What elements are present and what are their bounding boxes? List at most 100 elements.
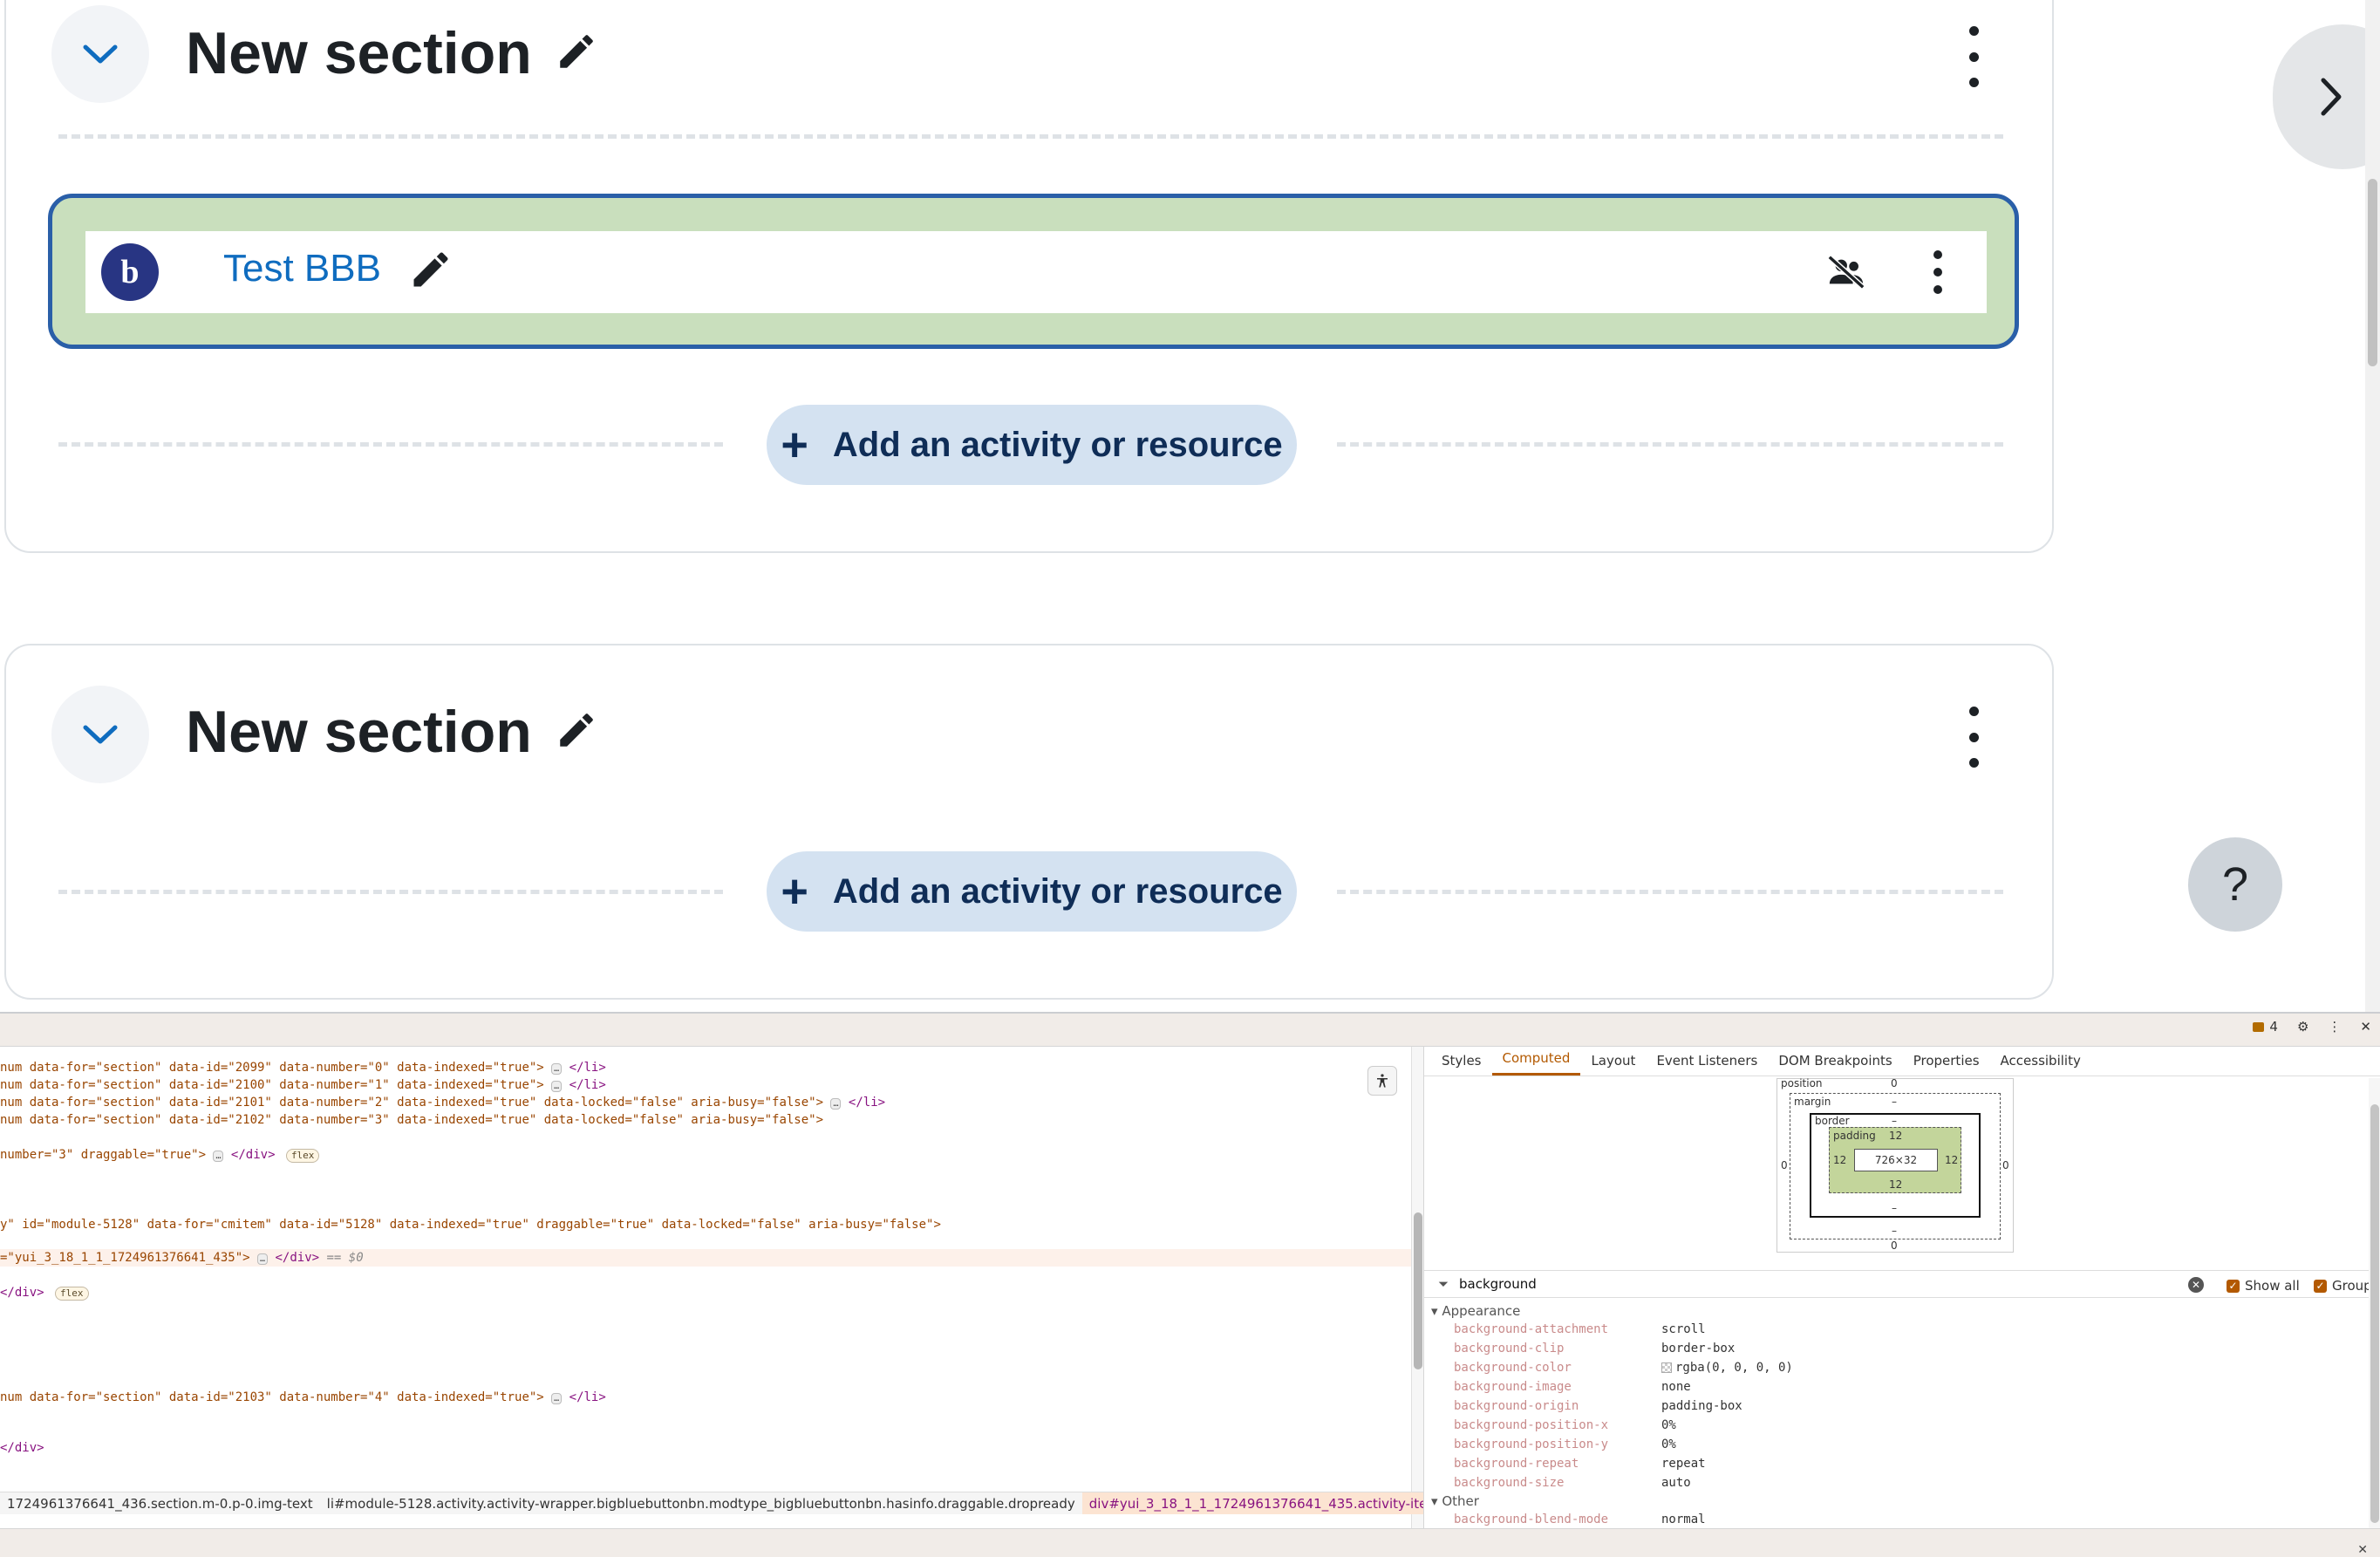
flex-badge[interactable]: flex bbox=[285, 1149, 320, 1163]
accessibility-tree-toggle[interactable] bbox=[1367, 1066, 1397, 1096]
expand-ellipsis[interactable]: … bbox=[551, 1081, 563, 1092]
chevron-right-icon bbox=[2321, 78, 2342, 116]
breadcrumb-item[interactable]: li#module-5128.activity.activity-wrapper… bbox=[320, 1492, 1082, 1514]
dom-node[interactable]: num data-for="section" data-id="2102" da… bbox=[0, 1111, 823, 1129]
devtools-sidebar: Styles Computed Layout Event Listeners D… bbox=[1423, 1047, 2380, 1528]
activity-item[interactable]: b Test BBB bbox=[85, 231, 1987, 313]
settings-gear-icon[interactable]: ⚙ bbox=[2297, 1019, 2308, 1035]
property-value: 0% bbox=[1661, 1437, 1676, 1451]
sidebar-tabs: Styles Computed Layout Event Listeners D… bbox=[1424, 1047, 2380, 1076]
checkmark-icon: ✓ bbox=[2227, 1279, 2240, 1293]
add-divider-right bbox=[1337, 890, 2003, 894]
breadcrumb-item[interactable]: 1724961376641_436.section.m-0.p-0.img-te… bbox=[0, 1492, 320, 1514]
tab-event-listeners[interactable]: Event Listeners bbox=[1646, 1053, 1768, 1076]
dom-node[interactable]: y" id="module-5128" data-for="cmitem" da… bbox=[0, 1216, 941, 1233]
property-name[interactable]: background-image bbox=[1454, 1380, 1572, 1394]
expand-ellipsis[interactable]: … bbox=[830, 1098, 842, 1110]
position-left-value: 0 bbox=[1781, 1159, 1788, 1171]
add-divider-left bbox=[58, 890, 723, 894]
breadcrumb-item-selected[interactable]: div#yui_3_18_1_1_1724961376641_435.activ… bbox=[1081, 1492, 1423, 1514]
color-swatch-icon[interactable] bbox=[1661, 1362, 1672, 1373]
edit-section-title-button[interactable] bbox=[555, 19, 598, 87]
edit-activity-title-button[interactable] bbox=[408, 247, 453, 297]
dom-node-text: </div> bbox=[0, 1286, 44, 1300]
expand-ellipsis[interactable]: … bbox=[257, 1253, 269, 1265]
dom-node-selected[interactable]: ="yui_3_18_1_1_1724961376641_435"> … </d… bbox=[0, 1249, 1411, 1267]
property-name[interactable]: background-attachment bbox=[1454, 1322, 1608, 1336]
show-all-checkbox[interactable]: ✓ Show all bbox=[2227, 1278, 2300, 1294]
sidebar-scrollbar[interactable] bbox=[2369, 1078, 2380, 1528]
activity-actions-menu[interactable] bbox=[1929, 250, 1947, 294]
elements-scroll-thumb[interactable] bbox=[1414, 1212, 1422, 1369]
kebab-dot-icon bbox=[1968, 707, 1979, 716]
section-actions-menu[interactable] bbox=[1956, 26, 1991, 87]
expand-ellipsis[interactable]: … bbox=[213, 1151, 224, 1162]
sidebar-scroll-thumb[interactable] bbox=[2370, 1104, 2379, 1523]
property-name[interactable]: background-repeat bbox=[1454, 1457, 1579, 1471]
property-name[interactable]: background-color bbox=[1454, 1361, 1572, 1375]
filter-input[interactable]: background bbox=[1459, 1276, 1537, 1292]
dom-node[interactable]: num data-for="section" data-id="2103" da… bbox=[0, 1389, 606, 1406]
box-model-padding: padding 12 12 12 12 726×32 bbox=[1829, 1127, 1961, 1193]
tab-computed[interactable]: Computed bbox=[1491, 1050, 1581, 1076]
closing-tag: </div> bbox=[230, 1148, 276, 1162]
open-block-drawer-button[interactable] bbox=[2273, 24, 2380, 169]
group-appearance[interactable]: ▾ Appearance bbox=[1431, 1303, 1520, 1319]
accessibility-icon bbox=[1377, 1074, 1388, 1088]
property-name[interactable]: background-origin bbox=[1454, 1399, 1579, 1413]
dom-node[interactable]: num data-for="section" data-id="2100" da… bbox=[0, 1076, 606, 1094]
tab-dom-breakpoints[interactable]: DOM Breakpoints bbox=[1768, 1053, 1902, 1076]
property-value: border-box bbox=[1661, 1342, 1736, 1356]
property-name[interactable]: background-size bbox=[1454, 1476, 1564, 1490]
position-right-value: 0 bbox=[2002, 1159, 2009, 1171]
edit-section-title-button[interactable] bbox=[555, 698, 598, 766]
add-activity-button[interactable]: + Add an activity or resource bbox=[767, 405, 1297, 485]
property-name[interactable]: background-position-y bbox=[1454, 1437, 1608, 1451]
flex-badge[interactable]: flex bbox=[55, 1287, 89, 1301]
close-drawer-icon[interactable]: ✕ bbox=[2357, 1543, 2368, 1557]
issues-counter[interactable]: 4 bbox=[2253, 1019, 2278, 1035]
property-name[interactable]: background-clip bbox=[1454, 1342, 1564, 1356]
more-options-icon[interactable]: ⋮ bbox=[2328, 1019, 2341, 1035]
dom-node[interactable]: number="3" draggable="true"> … </div> fl… bbox=[0, 1146, 320, 1164]
clear-filter-icon[interactable]: ✕ bbox=[2188, 1277, 2204, 1293]
page-scrollbar[interactable] bbox=[2365, 0, 2380, 1012]
tab-accessibility[interactable]: Accessibility bbox=[1990, 1053, 2091, 1076]
section-actions-menu[interactable] bbox=[1956, 707, 1991, 768]
collapse-section-button[interactable] bbox=[51, 686, 149, 783]
group-label: Appearance bbox=[1442, 1303, 1521, 1319]
tab-layout[interactable]: Layout bbox=[1580, 1053, 1646, 1076]
property-name[interactable]: background-blend-mode bbox=[1454, 1513, 1608, 1526]
dom-node-text: </div> bbox=[0, 1441, 44, 1455]
help-button[interactable]: ? bbox=[2188, 837, 2282, 932]
dom-node[interactable]: num data-for="section" data-id="2099" da… bbox=[0, 1059, 606, 1076]
property-name[interactable]: background-position-x bbox=[1454, 1418, 1608, 1432]
dom-node-text: num data-for="section" data-id="2099" da… bbox=[0, 1061, 544, 1075]
expand-ellipsis[interactable]: … bbox=[551, 1063, 563, 1075]
devtools-drawer-bar: ✕ bbox=[0, 1528, 2380, 1557]
tab-styles[interactable]: Styles bbox=[1431, 1053, 1492, 1076]
activity-name-link[interactable]: Test BBB bbox=[223, 247, 381, 290]
add-activity-button[interactable]: + Add an activity or resource bbox=[767, 851, 1297, 932]
filter-icon: ⏷ bbox=[1438, 1276, 1449, 1292]
dom-node[interactable]: num data-for="section" data-id="2101" da… bbox=[0, 1094, 885, 1111]
dom-node[interactable]: </div> flex bbox=[0, 1284, 89, 1301]
close-devtools-icon[interactable]: ✕ bbox=[2360, 1019, 2371, 1035]
expand-ellipsis[interactable]: … bbox=[551, 1393, 563, 1404]
page-scroll-thumb[interactable] bbox=[2368, 179, 2377, 366]
tab-properties[interactable]: Properties bbox=[1903, 1053, 1990, 1076]
border-top-value: – bbox=[1892, 1115, 1897, 1127]
position-label: position bbox=[1781, 1077, 1823, 1089]
no-groups-button[interactable] bbox=[1826, 252, 1866, 297]
group-label: Other bbox=[1442, 1493, 1479, 1509]
group-checkbox[interactable]: ✓ Group bbox=[2314, 1278, 2372, 1294]
elements-tree[interactable]: num data-for="section" data-id="2099" da… bbox=[0, 1047, 1411, 1528]
dom-node[interactable]: </div> bbox=[0, 1439, 44, 1457]
activity-item-focused[interactable]: b Test BBB bbox=[48, 194, 2019, 349]
padding-label: padding bbox=[1833, 1130, 1876, 1142]
collapse-section-button[interactable] bbox=[51, 5, 149, 103]
elements-scrollbar[interactable] bbox=[1411, 1047, 1423, 1528]
margin-top-value: – bbox=[1892, 1096, 1897, 1108]
chevron-down-icon bbox=[83, 44, 118, 64]
group-other[interactable]: ▾ Other bbox=[1431, 1493, 1479, 1509]
